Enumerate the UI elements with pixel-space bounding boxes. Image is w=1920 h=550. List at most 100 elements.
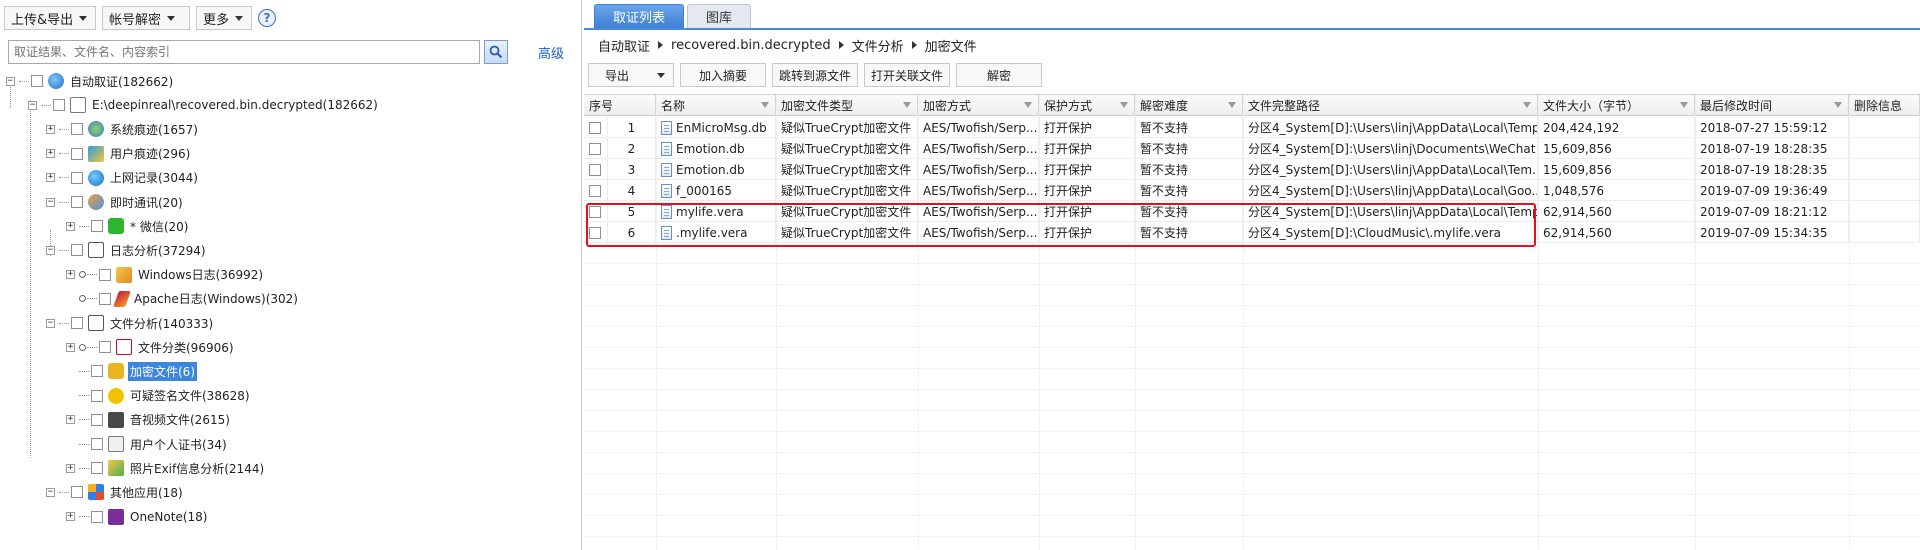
tree-node-checkbox[interactable] (91, 365, 103, 378)
collapse-icon[interactable]: − (46, 245, 55, 255)
expand-icon[interactable]: + (66, 342, 75, 352)
tree-node[interactable]: − 即时通讯(20) (46, 191, 185, 213)
tree-node-checkbox[interactable] (91, 220, 103, 233)
expand-icon[interactable]: + (46, 173, 55, 183)
filter-icon[interactable] (1680, 102, 1688, 108)
column-header-modified-time[interactable]: 最后修改时间 (1695, 95, 1849, 116)
tab-gallery[interactable]: 图库 (687, 4, 752, 28)
expand-icon[interactable]: + (66, 463, 75, 473)
filter-icon[interactable] (1228, 102, 1236, 108)
tree-node[interactable]: + 上网记录(3044) (46, 167, 200, 189)
tree-node-checkbox[interactable] (31, 75, 43, 87)
tree-node-checkbox[interactable] (99, 292, 111, 305)
tree-node[interactable]: 用户个人证书(34) (66, 433, 229, 455)
column-header-full-path[interactable]: 文件完整路径 (1243, 95, 1538, 116)
table-row[interactable]: 2 Emotion.db 疑似TrueCrypt加密文件 AES/Twofish/Se… (584, 138, 1920, 159)
row-checkbox[interactable] (589, 184, 601, 197)
jump-to-source-button[interactable]: 跳转到源文件 (772, 63, 858, 87)
tree-node-checkbox[interactable] (71, 123, 83, 136)
tree-node[interactable]: + * 微信(20) (66, 215, 190, 237)
account-decrypt-dropdown[interactable]: 帐号解密 (102, 6, 190, 30)
expand-icon[interactable]: + (46, 124, 55, 134)
column-header-seq[interactable]: 序号 (584, 95, 656, 116)
column-header-delete-info[interactable]: 删除信息 (1849, 95, 1920, 116)
tree-node[interactable]: Apache日志(Windows)(302) (66, 288, 300, 310)
tree-node-checkbox[interactable] (71, 171, 83, 184)
tree-node-checkbox[interactable] (91, 413, 103, 426)
tree-node[interactable]: + 音视频文件(2615) (66, 409, 232, 431)
filter-icon[interactable] (1523, 102, 1531, 108)
tree-node-checkbox[interactable] (71, 147, 83, 160)
tree-node-checkbox[interactable] (99, 268, 111, 281)
tree-node[interactable]: − E:\deepinreal\recovered.bin.decrypted(1… (28, 94, 380, 116)
tree-node-checkbox[interactable] (91, 462, 103, 475)
breadcrumb-item[interactable]: 加密文件 (925, 36, 977, 55)
column-header-name[interactable]: 名称 (656, 95, 776, 116)
advanced-search-link[interactable]: 高级 (538, 43, 564, 62)
row-checkbox[interactable] (589, 121, 601, 134)
tree-node[interactable]: − 日志分析(37294) (46, 239, 208, 261)
tree-node[interactable]: − 其他应用(18) (46, 481, 185, 503)
collapse-icon[interactable]: − (46, 318, 55, 328)
tree-node[interactable]: + OneNote(18) (66, 506, 209, 528)
more-dropdown[interactable]: 更多 (196, 6, 252, 30)
tree-node[interactable]: 可疑签名文件(38628) (66, 385, 252, 407)
export-dropdown[interactable]: 导出 (588, 63, 674, 87)
table-row[interactable]: 1 EnMicroMsg.db 疑似TrueCrypt加密文件 AES/Twofish… (584, 117, 1920, 138)
tree-node[interactable]: + 系统痕迹(1657) (46, 118, 200, 140)
tree-node-checkbox[interactable] (71, 196, 83, 208)
tree-node[interactable]: + 用户痕迹(296) (46, 143, 192, 165)
table-row[interactable]: 6 .mylife.vera 疑似TrueCrypt加密文件 AES/Twofish/… (584, 222, 1920, 243)
expand-icon[interactable]: + (66, 221, 75, 231)
column-header-protection[interactable]: 保护方式 (1039, 95, 1135, 116)
table-row[interactable]: 5 mylife.vera 疑似TrueCrypt加密文件 AES/Twofish/S… (584, 201, 1920, 222)
tree-node[interactable]: + Windows日志(36992) (66, 264, 265, 286)
collapse-icon[interactable]: − (46, 197, 55, 207)
expand-icon[interactable]: + (66, 415, 75, 425)
collapse-icon[interactable]: − (6, 76, 15, 86)
tab-evidence-list[interactable]: 取证列表 (594, 4, 685, 28)
column-header-enc-type[interactable]: 加密文件类型 (776, 95, 918, 116)
column-header-difficulty[interactable]: 解密难度 (1135, 95, 1243, 116)
filter-icon[interactable] (1834, 102, 1842, 108)
breadcrumb-item[interactable]: 文件分析 (852, 36, 904, 55)
tree-node-checkbox[interactable] (99, 341, 111, 354)
tree-node[interactable]: − 自动取证(182662) (6, 70, 175, 92)
column-header-file-size[interactable]: 文件大小（字节） (1538, 95, 1695, 116)
tree-node-checkbox[interactable] (71, 486, 83, 499)
help-icon[interactable]: ? (258, 9, 276, 27)
row-checkbox[interactable] (589, 226, 601, 239)
tree-node[interactable]: + 照片Exif信息分析(2144) (66, 457, 266, 479)
filter-icon[interactable] (1024, 102, 1032, 108)
collapse-icon[interactable]: − (28, 100, 37, 110)
breadcrumb-item[interactable]: recovered.bin.decrypted (671, 38, 831, 53)
search-input[interactable] (8, 40, 480, 64)
open-related-file-button[interactable]: 打开关联文件 (864, 63, 950, 87)
tree-node-checkbox[interactable] (91, 510, 103, 523)
tree-node[interactable]: − 文件分析(140333) (46, 312, 215, 334)
expand-icon[interactable]: + (66, 512, 75, 522)
tree-node-checkbox[interactable] (91, 438, 103, 450)
tree-node-checkbox[interactable] (53, 99, 65, 112)
row-checkbox[interactable] (589, 205, 601, 218)
filter-icon[interactable] (903, 102, 911, 108)
expand-icon[interactable]: + (46, 149, 55, 159)
table-row[interactable]: 4 f_000165 疑似TrueCrypt加密文件 AES/Twofish/Serp… (584, 180, 1920, 201)
add-summary-button[interactable]: 加入摘要 (680, 63, 766, 87)
row-checkbox[interactable] (589, 163, 601, 176)
breadcrumb-item[interactable]: 自动取证 (598, 36, 650, 55)
expand-icon[interactable]: + (66, 270, 75, 280)
tree-node-checkbox[interactable] (91, 389, 103, 402)
decrypt-button[interactable]: 解密 (956, 63, 1042, 87)
tree-node[interactable]: + 文件分类(96906) (66, 336, 236, 358)
search-button[interactable] (484, 40, 508, 64)
upload-export-dropdown[interactable]: 上传&导出 (4, 6, 96, 30)
column-header-enc-method[interactable]: 加密方式 (918, 95, 1039, 116)
filter-icon[interactable] (1120, 102, 1128, 108)
filter-icon[interactable] (761, 102, 769, 108)
tree-node[interactable]: 加密文件(6) (66, 360, 197, 382)
tree-node-checkbox[interactable] (71, 244, 83, 257)
collapse-icon[interactable]: − (46, 487, 55, 497)
table-row[interactable]: 3 Emotion.db 疑似TrueCrypt加密文件 AES/Twofish/Se… (584, 159, 1920, 180)
row-checkbox[interactable] (589, 142, 601, 155)
